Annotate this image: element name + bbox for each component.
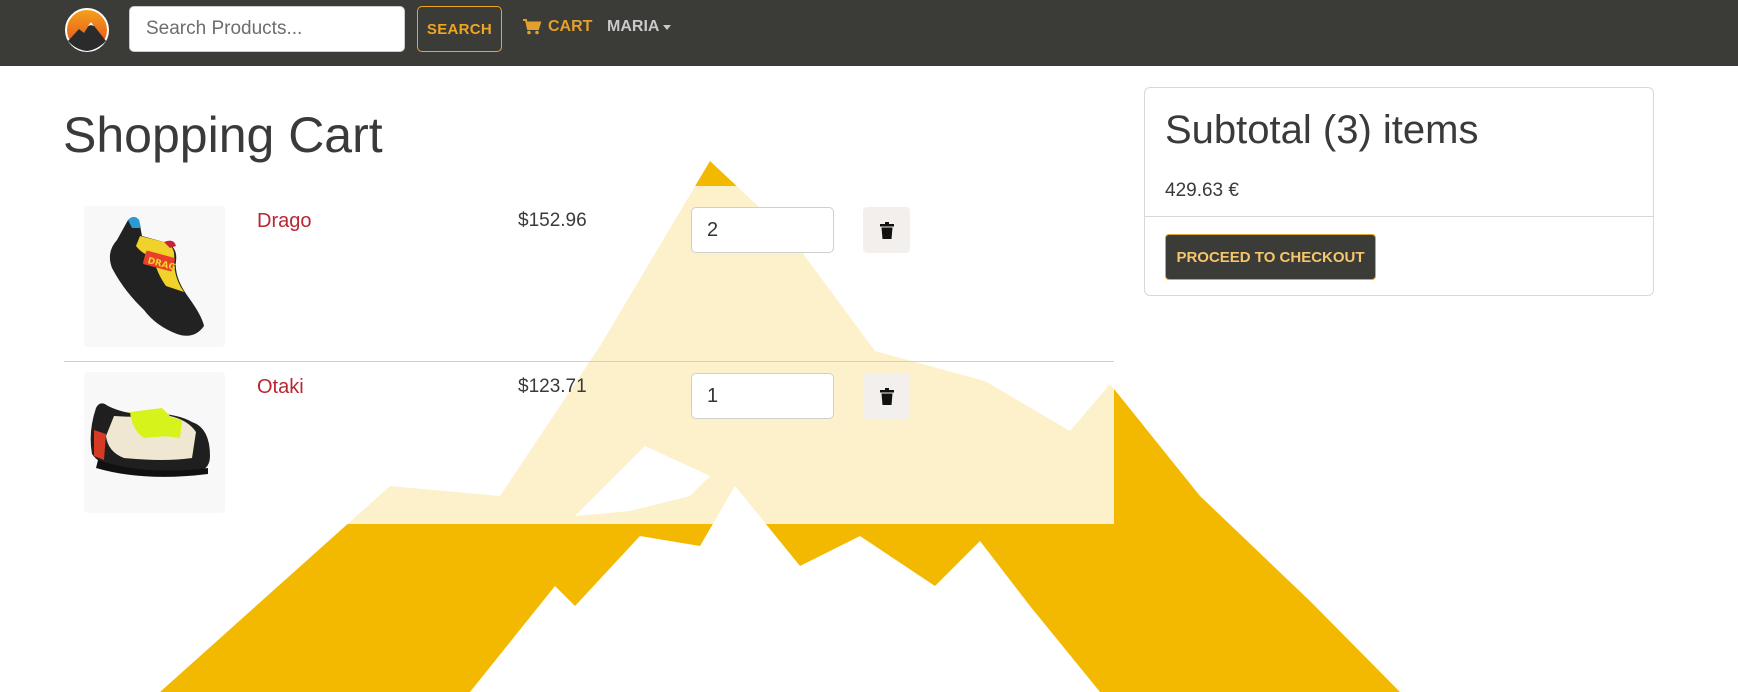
card-divider <box>1145 216 1653 217</box>
shopping-cart-icon <box>523 19 542 35</box>
user-menu-dropdown[interactable]: MARIA <box>607 18 672 36</box>
product-price: $123.71 <box>518 376 587 397</box>
trash-icon <box>879 387 894 405</box>
cart-item-row: DRAG Drago $152.96 <box>64 196 1114 362</box>
page-title: Shopping Cart <box>63 107 383 163</box>
product-name-link[interactable]: Drago <box>257 210 311 233</box>
remove-item-button[interactable] <box>863 373 910 419</box>
subtotal-amount: 429.63 € <box>1165 180 1239 201</box>
product-image-otaki[interactable] <box>84 372 225 513</box>
proceed-to-checkout-button[interactable]: PROCEED TO CHECKOUT <box>1165 234 1376 280</box>
mountain-sunset-logo-icon[interactable] <box>64 7 110 53</box>
search-input[interactable] <box>129 6 405 52</box>
remove-item-button[interactable] <box>863 207 910 253</box>
user-name: MARIA <box>607 18 660 35</box>
quantity-input[interactable] <box>691 207 834 253</box>
product-name-link[interactable]: Otaki <box>257 376 304 399</box>
cart-item-row: Otaki $123.71 <box>64 362 1114 527</box>
product-price: $152.96 <box>518 210 587 231</box>
subtotal-card: Subtotal (3) items 429.63 € PROCEED TO C… <box>1144 87 1654 296</box>
quantity-input[interactable] <box>691 373 834 419</box>
search-button[interactable]: SEARCH <box>417 6 502 52</box>
nav-cart-link[interactable]: CART <box>523 18 592 36</box>
nav-cart-label: CART <box>548 18 593 35</box>
chevron-down-icon <box>663 24 672 30</box>
product-image-drago[interactable]: DRAG <box>84 206 225 347</box>
trash-icon <box>879 221 894 239</box>
top-navbar: SEARCH CART MARIA <box>0 0 1738 66</box>
subtotal-title: Subtotal (3) items <box>1165 108 1479 152</box>
